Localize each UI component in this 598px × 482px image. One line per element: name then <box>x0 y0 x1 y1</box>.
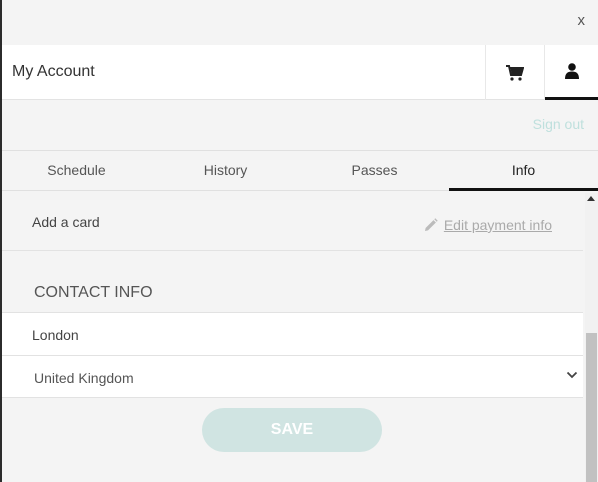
close-button[interactable]: x <box>578 12 586 29</box>
edit-payment-link[interactable]: Edit payment info <box>424 217 552 233</box>
account-header: My Account <box>2 45 598 100</box>
tab-info[interactable]: Info <box>449 151 598 191</box>
scrollbar-thumb[interactable] <box>586 333 597 482</box>
city-field[interactable]: London <box>2 312 583 355</box>
account-modal: x My Account Sign out Schedule History P… <box>2 0 598 482</box>
save-button[interactable]: SAVE <box>202 408 382 452</box>
add-card-label: Add a card <box>32 214 100 230</box>
city-value: London <box>32 327 79 343</box>
payment-row: Add a card Edit payment info <box>2 195 583 251</box>
edit-payment-label: Edit payment info <box>443 217 552 233</box>
chevron-down-icon <box>566 371 578 379</box>
signout-link[interactable]: Sign out <box>533 116 584 132</box>
pencil-icon <box>424 218 438 231</box>
tab-history[interactable]: History <box>151 151 300 190</box>
scroll-up-arrow[interactable] <box>587 196 595 201</box>
country-select[interactable]: United Kingdom <box>2 355 583 398</box>
page-title: My Account <box>12 63 95 80</box>
signout-row: Sign out <box>2 100 598 150</box>
modal-topbar: x <box>2 0 598 45</box>
scrollbar[interactable] <box>585 193 598 482</box>
country-value: United Kingdom <box>34 370 134 386</box>
tab-passes[interactable]: Passes <box>300 151 449 190</box>
contact-info-heading: CONTACT INFO <box>34 284 153 301</box>
account-button[interactable] <box>545 45 598 100</box>
info-content: Add a card Edit payment info CONTACT INF… <box>2 195 583 482</box>
tab-schedule[interactable]: Schedule <box>2 151 151 190</box>
cart-button[interactable] <box>485 45 545 100</box>
user-icon <box>564 63 579 79</box>
account-tabs: Schedule History Passes Info <box>2 150 598 191</box>
cart-icon <box>506 64 524 81</box>
